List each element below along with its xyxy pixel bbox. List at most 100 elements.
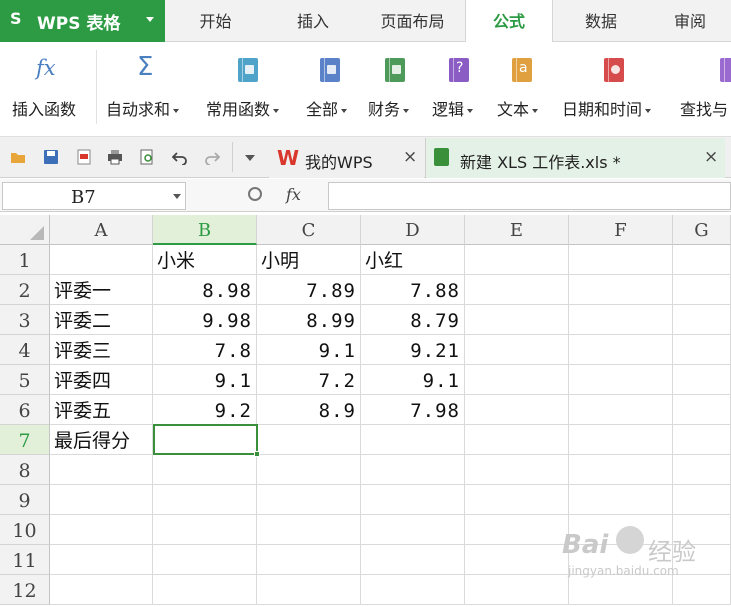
star-book-icon[interactable] — [238, 58, 258, 82]
row-header-8[interactable]: 8 — [0, 455, 50, 485]
cell-F3[interactable] — [569, 305, 673, 335]
cell-B6[interactable]: 9.2 — [153, 395, 257, 425]
cell-B11[interactable] — [153, 545, 257, 575]
cell-C9[interactable] — [257, 485, 361, 515]
cell-D4[interactable]: 9.21 — [361, 335, 465, 365]
row-header-3[interactable]: 3 — [0, 305, 50, 335]
cell-A11[interactable] — [50, 545, 153, 575]
cell-A4[interactable]: 评委三 — [50, 335, 153, 365]
close-icon[interactable]: × — [403, 147, 417, 167]
cell-F7[interactable] — [569, 425, 673, 455]
ribbon-button-6[interactable]: 文本 — [497, 96, 539, 120]
ribbon-button-7[interactable]: 日期和时间 — [562, 96, 652, 120]
cell-C6[interactable]: 8.9 — [257, 395, 361, 425]
cell-A1[interactable] — [50, 245, 153, 275]
column-header-D[interactable]: D — [361, 215, 465, 245]
ribbon-button-1[interactable]: 自动求和 — [106, 96, 180, 120]
ribbon-button-2[interactable]: 常用函数 — [206, 96, 280, 120]
cell-G1[interactable] — [673, 245, 731, 275]
cell-E5[interactable] — [465, 365, 569, 395]
tab-1[interactable]: 插入 — [266, 0, 360, 42]
cell-D9[interactable] — [361, 485, 465, 515]
fill-handle[interactable] — [254, 451, 260, 457]
cell-G8[interactable] — [673, 455, 731, 485]
ribbon-button-4[interactable]: 财务 — [368, 96, 410, 120]
column-header-A[interactable]: A — [50, 215, 153, 245]
ribbon-button-8[interactable]: 查找与 — [680, 96, 728, 120]
cell-B9[interactable] — [153, 485, 257, 515]
cell-C1[interactable]: 小明 — [257, 245, 361, 275]
cell-E12[interactable] — [465, 575, 569, 605]
row-header-11[interactable]: 11 — [0, 545, 50, 575]
cell-C11[interactable] — [257, 545, 361, 575]
cell-E8[interactable] — [465, 455, 569, 485]
cell-G6[interactable] — [673, 395, 731, 425]
cell-E4[interactable] — [465, 335, 569, 365]
cell-A9[interactable] — [50, 485, 153, 515]
row-header-12[interactable]: 12 — [0, 575, 50, 605]
lookup-book-icon[interactable] — [720, 58, 731, 82]
cell-E1[interactable] — [465, 245, 569, 275]
cell-A10[interactable] — [50, 515, 153, 545]
save-icon[interactable] — [43, 149, 59, 165]
cell-C3[interactable]: 8.99 — [257, 305, 361, 335]
column-header-F[interactable]: F — [569, 215, 673, 245]
cell-A5[interactable]: 评委四 — [50, 365, 153, 395]
chevron-down-icon[interactable] — [173, 194, 181, 199]
ribbon-button-3[interactable]: 全部 — [306, 96, 348, 120]
cell-D5[interactable]: 9.1 — [361, 365, 465, 395]
cell-C7[interactable] — [257, 425, 361, 455]
cell-E7[interactable] — [465, 425, 569, 455]
cell-B3[interactable]: 9.98 — [153, 305, 257, 335]
cell-B5[interactable]: 9.1 — [153, 365, 257, 395]
row-header-10[interactable]: 10 — [0, 515, 50, 545]
text-book-icon[interactable]: a — [512, 58, 532, 82]
cell-A2[interactable]: 评委一 — [50, 275, 153, 305]
list-book-icon[interactable] — [320, 58, 340, 82]
cell-F1[interactable] — [569, 245, 673, 275]
cell-G5[interactable] — [673, 365, 731, 395]
cell-B10[interactable] — [153, 515, 257, 545]
row-header-9[interactable]: 9 — [0, 485, 50, 515]
cell-F6[interactable] — [569, 395, 673, 425]
fx-icon[interactable]: fx — [286, 185, 301, 204]
open-folder-icon[interactable] — [10, 149, 26, 165]
tab-3[interactable]: 公式 — [465, 0, 553, 43]
column-header-G[interactable]: G — [673, 215, 731, 245]
question-book-icon[interactable]: ? — [449, 58, 469, 82]
cell-B2[interactable]: 8.98 — [153, 275, 257, 305]
doc-tab-active-sheet[interactable]: 新建 XLS 工作表.xls * × — [425, 138, 725, 178]
active-cell-selection[interactable] — [153, 424, 258, 455]
ribbon-button-0[interactable]: 插入函数 — [12, 96, 76, 120]
cell-A8[interactable] — [50, 455, 153, 485]
cell-G4[interactable] — [673, 335, 731, 365]
cell-B12[interactable] — [153, 575, 257, 605]
export-pdf-icon[interactable] — [76, 149, 92, 165]
cell-C4[interactable]: 9.1 — [257, 335, 361, 365]
app-menu-button[interactable]: S WPS 表格 — [0, 0, 165, 42]
cell-D12[interactable] — [361, 575, 465, 605]
cell-E3[interactable] — [465, 305, 569, 335]
cell-F2[interactable] — [569, 275, 673, 305]
cell-F4[interactable] — [569, 335, 673, 365]
cell-D8[interactable] — [361, 455, 465, 485]
formula-input[interactable] — [328, 182, 731, 210]
row-header-6[interactable]: 6 — [0, 395, 50, 425]
cell-D3[interactable]: 8.79 — [361, 305, 465, 335]
row-header-1[interactable]: 1 — [0, 245, 50, 275]
doc-tab-my-wps[interactable]: W 我的WPS × — [269, 138, 424, 178]
cell-E10[interactable] — [465, 515, 569, 545]
tab-0[interactable]: 开始 — [165, 0, 266, 42]
cell-G7[interactable] — [673, 425, 731, 455]
redo-icon[interactable] — [204, 149, 221, 166]
cell-E9[interactable] — [465, 485, 569, 515]
row-header-7[interactable]: 7 — [0, 425, 50, 455]
cell-D1[interactable]: 小红 — [361, 245, 465, 275]
cell-D10[interactable] — [361, 515, 465, 545]
column-header-B[interactable]: B — [153, 215, 257, 245]
cell-E6[interactable] — [465, 395, 569, 425]
close-icon[interactable]: × — [704, 147, 718, 167]
cell-E2[interactable] — [465, 275, 569, 305]
row-header-5[interactable]: 5 — [0, 365, 50, 395]
cell-G3[interactable] — [673, 305, 731, 335]
